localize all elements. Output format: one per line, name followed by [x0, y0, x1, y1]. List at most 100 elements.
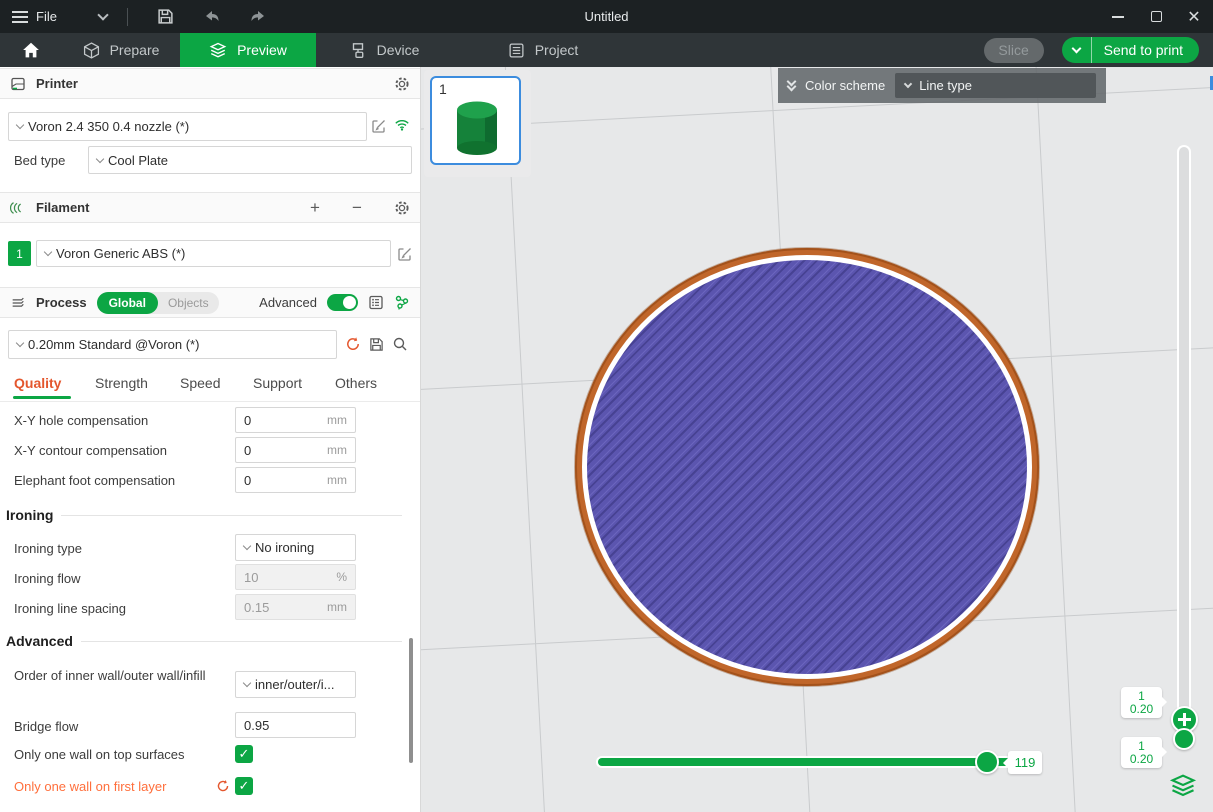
parameter-table-icon[interactable]	[368, 295, 384, 311]
one-wall-first-checkbox[interactable]	[235, 777, 253, 795]
horizontal-move-slider[interactable]	[598, 758, 1038, 766]
send-options-chevron[interactable]	[1062, 37, 1092, 63]
plate-thumbnail[interactable]: 1	[430, 76, 521, 165]
save-preset-icon[interactable]	[368, 336, 384, 352]
line-type-select[interactable]: Line type	[895, 73, 1096, 98]
filament-settings-gear-icon[interactable]	[394, 200, 410, 216]
wall-order-label: Order of inner wall/outer wall/infill	[14, 667, 219, 684]
plate-number: 1	[439, 81, 447, 97]
ironing-type-value: No ironing	[255, 540, 314, 555]
send-to-print-button[interactable]: Send to print	[1062, 37, 1199, 63]
send-to-print-label: Send to print	[1092, 42, 1199, 58]
layer-slider[interactable]	[1179, 147, 1189, 741]
tab-prepare[interactable]: Prepare	[62, 33, 180, 67]
tab-support[interactable]: Support	[253, 375, 302, 391]
close-button[interactable]: ✕	[1175, 0, 1213, 33]
tab-speed[interactable]: Speed	[180, 375, 220, 391]
chevron-down-icon	[16, 121, 24, 129]
search-settings-icon[interactable]	[392, 336, 408, 352]
filament-section-header: Filament + −	[0, 192, 420, 223]
minimize-button[interactable]	[1099, 0, 1137, 33]
elephant-foot-unit: mm	[327, 473, 347, 487]
file-menu-label: File	[36, 9, 57, 24]
tab-device[interactable]: Device	[316, 33, 452, 67]
sidebar-scrollbar[interactable]	[409, 638, 413, 763]
layers-view-button[interactable]	[1168, 770, 1198, 800]
tab-project[interactable]: Project	[474, 33, 612, 67]
process-scope-toggle[interactable]: Global Objects	[97, 292, 219, 314]
layer-slider-lower-thumb[interactable]	[1173, 728, 1195, 750]
view-legend-bar: Color scheme Line type	[778, 68, 1106, 103]
tab-preview[interactable]: Preview	[180, 33, 316, 67]
upper-layer-number: 1	[1138, 690, 1145, 703]
xy-hole-input[interactable]	[236, 413, 319, 428]
horizontal-slider-thumb[interactable]	[975, 750, 999, 774]
wall-order-select[interactable]: inner/outer/i...	[235, 671, 356, 698]
upper-layer-tooltip: 1 0.20	[1121, 687, 1162, 718]
printer-preset-select[interactable]: Voron 2.4 350 0.4 nozzle (*)	[8, 112, 367, 141]
xy-hole-unit: mm	[327, 413, 347, 427]
bridge-flow-input[interactable]	[236, 718, 319, 733]
process-preset-select[interactable]: 0.20mm Standard @Voron (*)	[8, 330, 337, 359]
ironing-group-header: Ironing	[6, 507, 402, 523]
xy-hole-label: X-Y hole compensation	[14, 413, 148, 428]
ironing-flow-input	[236, 570, 319, 585]
remove-filament-button[interactable]: −	[348, 198, 366, 218]
move-value-tooltip: 119	[1008, 751, 1042, 774]
tab-project-label: Project	[535, 42, 579, 58]
maximize-button[interactable]	[1137, 0, 1175, 33]
bridge-flow-field	[235, 712, 356, 738]
redo-icon	[249, 9, 267, 25]
advanced-mode-toggle[interactable]	[327, 294, 358, 311]
file-menu[interactable]: File	[12, 9, 57, 24]
settings-sidebar: Printer Voron 2.4 350 0.4 nozzle (*) Bed…	[0, 67, 421, 812]
process-section-title: Process	[36, 295, 87, 310]
xy-contour-unit: mm	[327, 443, 347, 457]
layers-stack-icon	[1169, 771, 1197, 799]
redo-button[interactable]	[248, 7, 268, 27]
filament-slot-badge[interactable]: 1	[8, 241, 31, 266]
tab-quality[interactable]: Quality	[14, 375, 61, 391]
home-icon	[22, 41, 40, 59]
parameter-tune-icon[interactable]	[394, 295, 410, 311]
main-nav-bar: Prepare Preview Device Project Slice Sen…	[0, 33, 1213, 67]
elephant-foot-input[interactable]	[236, 473, 319, 488]
edit-filament-icon[interactable]	[397, 246, 413, 262]
printer-settings-gear-icon[interactable]	[394, 76, 410, 92]
printer-wifi-icon[interactable]	[394, 117, 410, 133]
tab-strength[interactable]: Strength	[95, 375, 148, 391]
tab-others[interactable]: Others	[335, 375, 377, 391]
sliced-model-top-view[interactable]	[575, 248, 1039, 686]
collapse-legend-icon[interactable]	[788, 81, 795, 90]
one-wall-top-checkbox[interactable]	[235, 745, 253, 763]
ironing-type-label: Ironing type	[14, 541, 82, 556]
ironing-flow-field: %	[235, 564, 356, 590]
process-preset-value: 0.20mm Standard @Voron (*)	[28, 337, 199, 352]
add-filament-button[interactable]: +	[306, 198, 324, 218]
reset-one-wall-first-icon[interactable]	[215, 778, 231, 794]
file-menu-chevron-icon[interactable]	[97, 9, 108, 20]
ironing-flow-unit: %	[336, 570, 347, 584]
xy-contour-input[interactable]	[236, 443, 319, 458]
save-button[interactable]	[156, 7, 176, 27]
reset-preset-icon[interactable]	[345, 336, 361, 352]
scope-objects-option[interactable]: Objects	[158, 296, 219, 310]
home-tab[interactable]	[0, 33, 62, 67]
preview-viewport[interactable]: 1 Color scheme Line type 119	[421, 67, 1213, 812]
ironing-spacing-label: Ironing line spacing	[14, 601, 126, 616]
active-tab-underline	[13, 396, 71, 399]
lower-layer-number: 1	[1138, 740, 1145, 753]
undo-button[interactable]	[202, 7, 222, 27]
slice-button[interactable]: Slice	[984, 38, 1044, 63]
ironing-type-select[interactable]: No ironing	[235, 534, 356, 561]
scope-global-option[interactable]: Global	[97, 292, 158, 314]
chevron-down-icon	[904, 80, 912, 88]
edit-printer-icon[interactable]	[371, 118, 387, 134]
filament-preset-select[interactable]: Voron Generic ABS (*)	[36, 240, 391, 267]
app-window: File Untitled ✕ Pre	[0, 0, 1213, 812]
bed-type-select[interactable]: Cool Plate	[88, 146, 412, 174]
tab-preview-label: Preview	[237, 42, 287, 58]
xy-contour-label: X-Y contour compensation	[14, 443, 167, 458]
ironing-spacing-field: mm	[235, 594, 356, 620]
ironing-flow-label: Ironing flow	[14, 571, 80, 586]
